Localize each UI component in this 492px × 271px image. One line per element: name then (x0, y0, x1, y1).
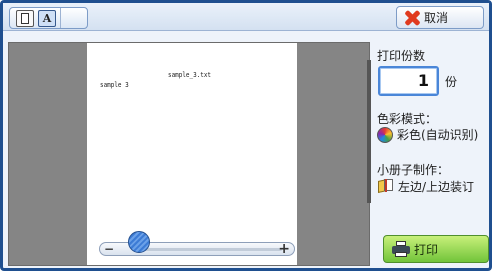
zoom-in-icon[interactable]: + (278, 241, 290, 257)
settings-scrollbar[interactable] (367, 60, 371, 203)
booklet-icon (377, 178, 394, 195)
print-button-label: 打印 (414, 242, 439, 257)
text-view-button[interactable]: A (38, 10, 56, 27)
zoom-out-icon[interactable]: − (104, 242, 114, 256)
copies-label: 打印份数 (377, 49, 426, 63)
settings-panel: 打印份数 1 份 色彩模式： 彩色(自动识别) 小册子制作： 左边/上边装订 打… (377, 3, 489, 271)
page-header-text: sample_3.txt (168, 71, 211, 79)
booklet-label: 小册子制作： (377, 163, 450, 177)
preview-page: sample_3.txt sample 3 (87, 43, 297, 265)
print-preview-window: A 取消 sample_3.txt sample 3 − + 打印份数 1 份 … (0, 0, 492, 271)
booklet-value: 左边/上边装订 (398, 180, 475, 194)
view-mode-spacer (60, 8, 88, 28)
page-view-button[interactable] (16, 10, 34, 27)
color-mode-setting[interactable]: 彩色(自动识别) (377, 126, 478, 143)
printer-icon (392, 241, 410, 257)
color-mode-value: 彩色(自动识别) (397, 128, 479, 142)
copies-unit: 份 (445, 75, 458, 89)
print-button[interactable]: 打印 (383, 235, 489, 263)
booklet-setting[interactable]: 左边/上边装订 (377, 178, 474, 195)
view-mode-selector: A (9, 7, 88, 29)
preview-pane: sample_3.txt sample 3 − + (8, 42, 370, 266)
zoom-slider-handle[interactable] (128, 231, 150, 253)
color-mode-label: 色彩模式： (377, 112, 438, 126)
page-body-text: sample 3 (100, 81, 129, 89)
zoom-slider-track (142, 248, 282, 251)
page-icon (21, 13, 29, 24)
color-wheel-icon (377, 126, 393, 143)
copies-field[interactable]: 1 (378, 66, 439, 96)
text-view-icon: A (42, 12, 52, 25)
